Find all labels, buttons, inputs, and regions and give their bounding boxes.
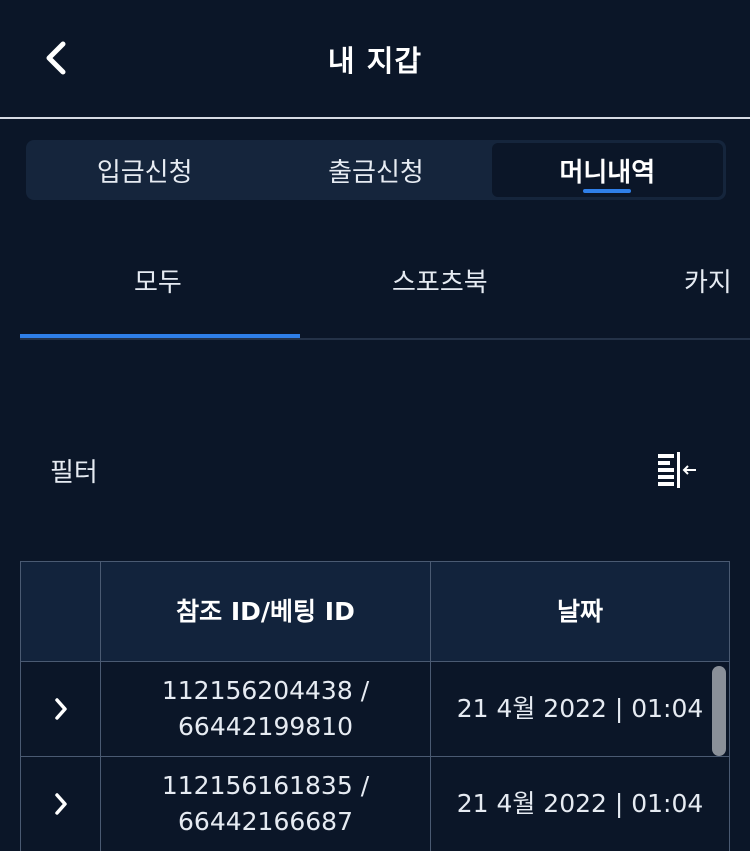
sub-tab-casino[interactable]: 카지 xyxy=(684,262,732,299)
sub-tab-sportsbook[interactable]: 스포츠북 xyxy=(392,262,488,299)
filter-sort-icon xyxy=(658,452,696,488)
filter-button[interactable] xyxy=(650,448,702,492)
money-history-table: 참조 ID/베팅 ID 날짜 112156204438 / 6644219981… xyxy=(20,561,730,851)
tab-withdraw[interactable]: 출금신청 xyxy=(260,143,491,197)
table-row[interactable]: 112156204438 / 66442199810 21 4월 2022 | … xyxy=(21,662,730,757)
date-cell: 21 4월 2022 | 01:04 xyxy=(431,757,730,851)
header-cell-expand xyxy=(21,562,101,662)
page-title: 내 지갑 xyxy=(327,44,423,78)
row-expand-button[interactable] xyxy=(21,757,101,851)
tab-money-history[interactable]: 머니내역 xyxy=(491,143,723,197)
bet-id-text: 66442166687 xyxy=(178,807,353,836)
history-sub-tabs: 모두 스포츠북 카지 xyxy=(20,240,750,340)
active-tab-indicator xyxy=(20,334,300,338)
app-header: 내 지갑 xyxy=(0,0,750,119)
wallet-tabs: 입금신청 출금신청 머니내역 xyxy=(26,140,726,200)
ref-id-cell: 112156204438 / 66442199810 xyxy=(101,662,431,757)
sub-tab-all[interactable]: 모두 xyxy=(134,262,182,299)
row-expand-button[interactable] xyxy=(21,662,101,757)
tab-deposit[interactable]: 입금신청 xyxy=(29,143,260,197)
table-scrollbar[interactable] xyxy=(712,666,726,756)
date-cell: 21 4월 2022 | 01:04 xyxy=(431,662,730,757)
ref-id-text: 112156161835 / xyxy=(161,771,370,800)
chevron-right-icon xyxy=(54,698,67,720)
table-header-row: 참조 ID/베팅 ID 날짜 xyxy=(21,562,730,662)
filter-label: 필터 xyxy=(50,458,98,488)
header-cell-date: 날짜 xyxy=(431,562,730,662)
chevron-right-icon xyxy=(54,793,67,815)
table-row[interactable]: 112156161835 / 66442166687 21 4월 2022 | … xyxy=(21,757,730,851)
bet-id-text: 66442199810 xyxy=(178,712,353,741)
ref-id-text: 112156204438 / xyxy=(161,676,370,705)
ref-id-cell: 112156161835 / 66442166687 xyxy=(101,757,431,851)
header-cell-ref-id: 참조 ID/베팅 ID xyxy=(101,562,431,662)
